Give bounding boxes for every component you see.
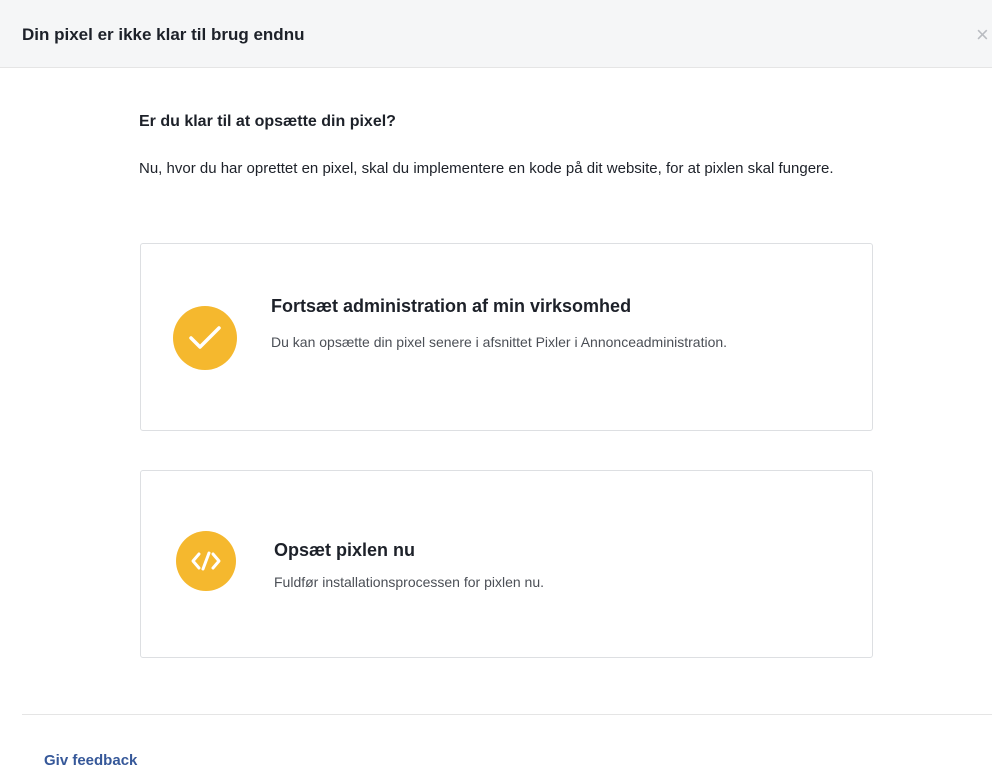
option-card-continue-business[interactable]: Fortsæt administration af min virksomhed… — [140, 243, 873, 431]
close-icon[interactable]: × — [976, 24, 992, 46]
footer-divider — [22, 714, 992, 715]
option-description: Fuldfør installationsprocessen for pixle… — [274, 574, 545, 590]
code-icon — [176, 531, 236, 591]
checkmark-icon — [173, 306, 237, 370]
feedback-link[interactable]: Giv feedback — [44, 752, 137, 770]
dialog-title: Din pixel er ikke klar til brug endnu — [22, 25, 305, 44]
dialog-header: Din pixel er ikke klar til brug endnu × — [0, 0, 992, 68]
option-title: Opsæt pixlen nu — [274, 540, 416, 560]
setup-question-heading: Er du klar til at opsætte din pixel? — [139, 113, 396, 130]
pixel-dialog: Din pixel er ikke klar til brug endnu × … — [0, 0, 992, 771]
option-description: Du kan opsætte din pixel senere i afsnit… — [271, 334, 728, 350]
option-title: Fortsæt administration af min virksomhed — [271, 296, 632, 316]
checkmark-icon-glyph — [189, 326, 221, 349]
option-card-setup-now[interactable]: Opsæt pixlen nu Fuldfør installationspro… — [140, 470, 873, 658]
setup-intro-text: Nu, hvor du har oprettet en pixel, skal … — [139, 160, 834, 177]
code-icon-glyph — [191, 551, 221, 571]
